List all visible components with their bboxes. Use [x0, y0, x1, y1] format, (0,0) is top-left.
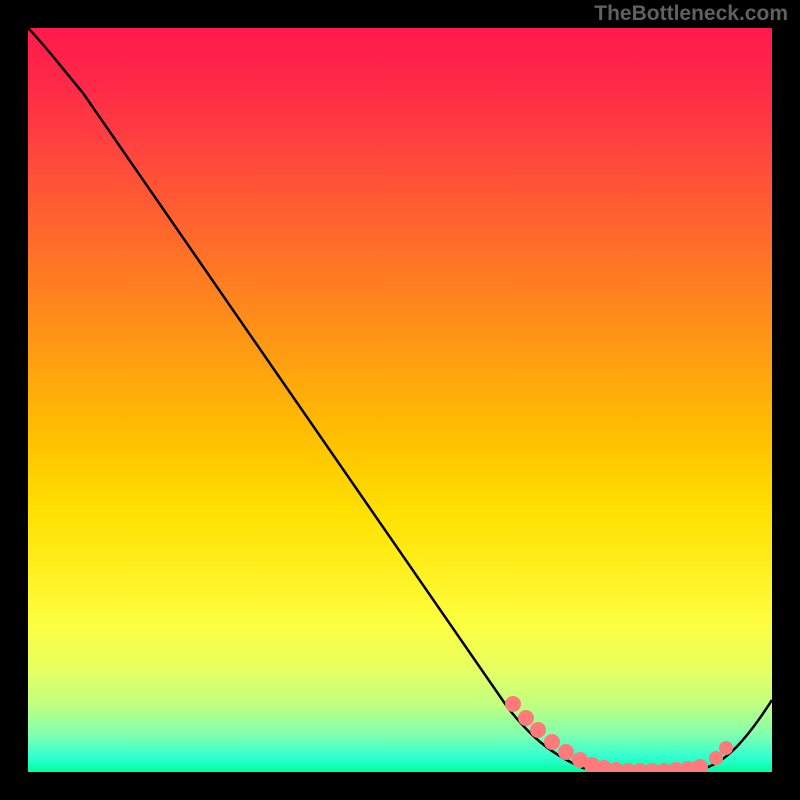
- watermark-text: TheBottleneck.com: [594, 2, 788, 26]
- chart-svg: [28, 28, 772, 772]
- plot-area: [28, 28, 772, 772]
- main-curve: [28, 28, 772, 771]
- highlight-dots: [505, 696, 733, 772]
- chart-container: TheBottleneck.com: [0, 0, 800, 800]
